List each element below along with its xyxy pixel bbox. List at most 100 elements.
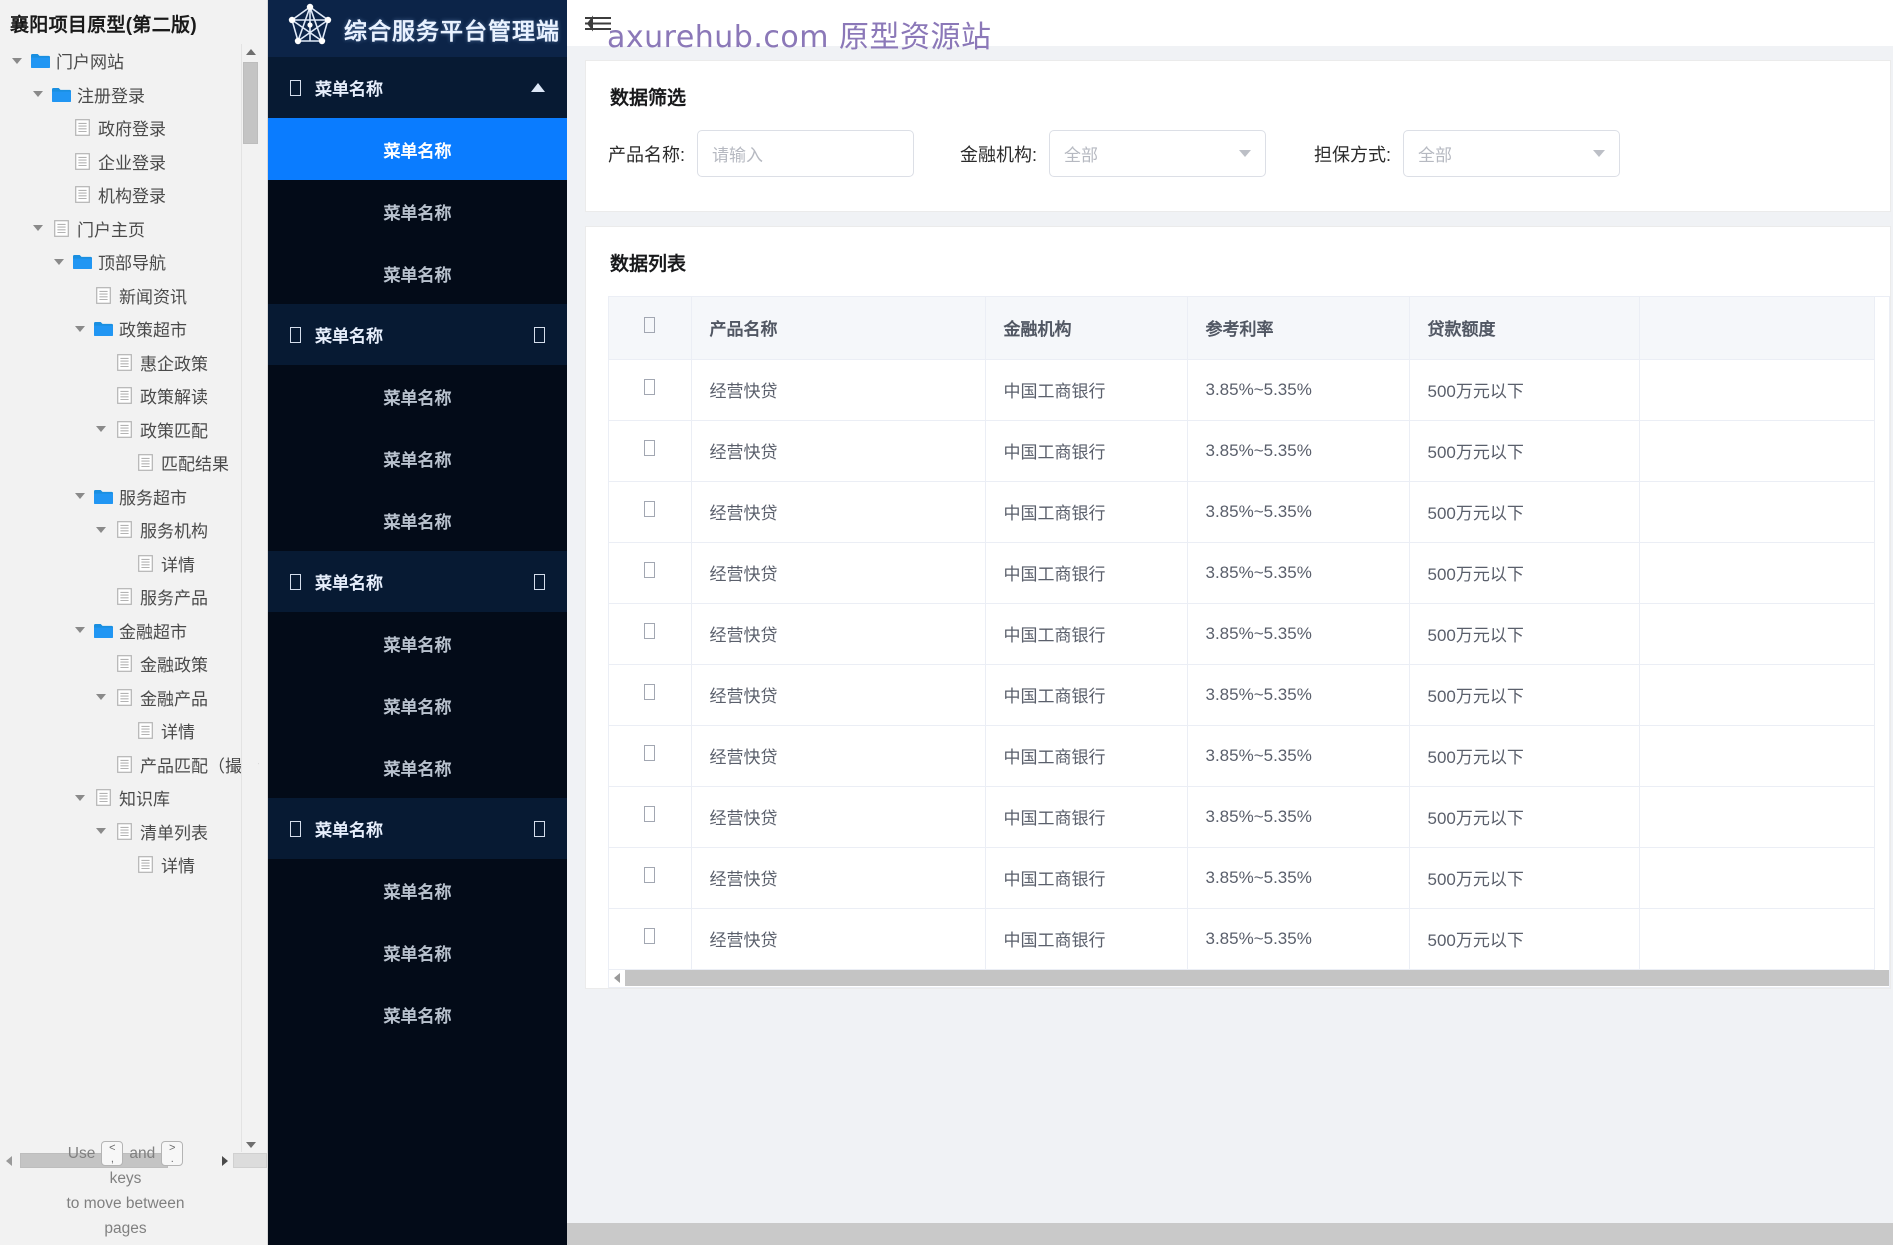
expand-caret-icon[interactable] [69, 794, 91, 801]
table-row[interactable]: 经营快贷 中国工商银行 3.85%~5.35% 500万元以下 [609, 603, 1875, 665]
dark-nav-list[interactable]: 菜单名称 菜单名称 菜单名称 菜单名称 菜单名称 菜单名称 菜单名称 菜单名称 菜单名称 菜单名称… [268, 57, 567, 1045]
sitemap-node[interactable]: 详情 [0, 547, 252, 581]
row-checkbox-icon[interactable] [644, 623, 656, 639]
table-row[interactable]: 经营快贷 中国工商银行 3.85%~5.35% 500万元以下 [609, 359, 1875, 421]
sitemap-node[interactable]: 知识库 [0, 781, 252, 815]
sitemap-node[interactable]: 清单列表 [0, 815, 252, 849]
sitemap-node[interactable]: 政策解读 [0, 379, 252, 413]
table-row[interactable]: 经营快贷 中国工商银行 3.85%~5.35% 500万元以下 [609, 542, 1875, 604]
nav-item-active[interactable]: 菜单名称 [268, 118, 567, 180]
sitemap-tree[interactable]: 门户网站 注册登录 政府登录 企业登录 机构登录 门户主页 顶部导航 新闻资讯 政策超市 惠企政策… [0, 44, 259, 882]
select-all-header[interactable] [609, 297, 692, 360]
row-checkbox-icon[interactable] [644, 867, 656, 883]
nav-item[interactable]: 菜单名称 [268, 242, 567, 304]
chevron-down-icon[interactable] [534, 820, 545, 837]
nav-item[interactable]: 菜单名称 [268, 427, 567, 489]
table-horizontal-scrollbar[interactable] [608, 969, 1890, 988]
chevron-down-icon[interactable] [534, 326, 545, 343]
expand-caret-icon[interactable] [90, 526, 112, 533]
sitemap-node[interactable]: 服务产品 [0, 580, 252, 614]
expand-caret-icon[interactable] [69, 493, 91, 500]
sitemap-node[interactable]: 新闻资讯 [0, 279, 252, 313]
row-checkbox-icon[interactable] [644, 440, 656, 456]
row-checkbox-icon[interactable] [644, 379, 656, 395]
select-all-checkbox-icon[interactable] [644, 317, 656, 334]
sitemap-node[interactable]: 政策匹配 [0, 413, 252, 447]
sitemap-node[interactable]: 注册登录 [0, 78, 252, 112]
chevron-down-icon[interactable] [1593, 150, 1606, 157]
row-checkbox-icon[interactable] [644, 562, 656, 578]
sitemap-node[interactable]: 详情 [0, 714, 252, 748]
table-row[interactable]: 经营快贷 中国工商银行 3.85%~5.35% 500万元以下 [609, 664, 1875, 726]
sitemap-node[interactable]: 顶部导航 [0, 245, 252, 279]
nav-item[interactable]: 菜单名称 [268, 674, 567, 736]
sitemap-node[interactable]: 服务机构 [0, 513, 252, 547]
row-checkbox-cell[interactable] [609, 359, 692, 421]
expand-caret-icon[interactable] [90, 694, 112, 701]
sitemap-node[interactable]: 金融政策 [0, 647, 252, 681]
expand-caret-icon[interactable] [27, 225, 49, 232]
nav-item[interactable]: 菜单名称 [268, 983, 567, 1045]
sitemap-node[interactable]: 金融产品 [0, 681, 252, 715]
sitemap-vertical-scrollbar[interactable] [241, 44, 258, 1153]
sitemap-node[interactable]: 机构登录 [0, 178, 252, 212]
expand-caret-icon[interactable] [90, 828, 112, 835]
sitemap-node[interactable]: 金融超市 [0, 614, 252, 648]
row-checkbox-cell[interactable] [609, 786, 692, 848]
page-horizontal-scrollbar[interactable] [567, 1223, 1893, 1245]
financial-institution-select[interactable]: 全部 [1049, 130, 1267, 177]
sitemap-node[interactable]: 政府登录 [0, 111, 252, 145]
nav-item[interactable]: 菜单名称 [268, 489, 567, 551]
product-name-input[interactable]: 请输入 [697, 130, 915, 177]
sitemap-node[interactable]: 政策超市 [0, 312, 252, 346]
row-checkbox-icon[interactable] [644, 501, 656, 517]
sitemap-node[interactable]: 门户网站 [0, 44, 252, 78]
expand-caret-icon[interactable] [6, 57, 28, 64]
nav-group-header[interactable]: 菜单名称 [268, 57, 567, 118]
table-row[interactable]: 经营快贷 中国工商银行 3.85%~5.35% 500万元以下 [609, 420, 1875, 482]
expand-caret-icon[interactable] [69, 627, 91, 634]
nav-group-header[interactable]: 菜单名称 [268, 304, 567, 365]
table-row[interactable]: 经营快贷 中国工商银行 3.85%~5.35% 500万元以下 [609, 847, 1875, 909]
vertical-scroll-thumb[interactable] [243, 62, 258, 144]
expand-caret-icon[interactable] [69, 325, 91, 332]
expand-caret-icon[interactable] [27, 91, 49, 98]
row-checkbox-icon[interactable] [644, 806, 656, 822]
row-checkbox-cell[interactable] [609, 420, 692, 482]
sitemap-node[interactable]: 产品匹配（撮合 [0, 748, 259, 782]
chevron-down-icon[interactable] [534, 573, 545, 590]
table-row[interactable]: 经营快贷 中国工商银行 3.85%~5.35% 500万元以下 [609, 908, 1875, 970]
row-checkbox-icon[interactable] [644, 745, 656, 761]
table-row[interactable]: 经营快贷 中国工商银行 3.85%~5.35% 500万元以下 [609, 481, 1875, 543]
row-checkbox-cell[interactable] [609, 725, 692, 787]
scroll-up-arrow-icon[interactable] [242, 44, 259, 60]
table-row[interactable]: 经营快贷 中国工商银行 3.85%~5.35% 500万元以下 [609, 725, 1875, 787]
guarantee-method-select[interactable]: 全部 [1403, 130, 1621, 177]
row-checkbox-cell[interactable] [609, 664, 692, 726]
sitemap-node[interactable]: 门户主页 [0, 212, 252, 246]
nav-item[interactable]: 菜单名称 [268, 736, 567, 798]
sitemap-node[interactable]: 服务超市 [0, 480, 252, 514]
row-checkbox-cell[interactable] [609, 481, 692, 543]
nav-item[interactable]: 菜单名称 [268, 859, 567, 921]
sitemap-node[interactable]: 匹配结果 [0, 446, 252, 480]
sitemap-node[interactable]: 详情 [0, 848, 252, 882]
table-row[interactable]: 经营快贷 中国工商银行 3.85%~5.35% 500万元以下 [609, 786, 1875, 848]
table-scroll-thumb[interactable] [625, 970, 1889, 986]
expand-caret-icon[interactable] [48, 258, 70, 265]
nav-item[interactable]: 菜单名称 [268, 612, 567, 674]
sitemap-node[interactable]: 企业登录 [0, 145, 252, 179]
collapse-menu-icon[interactable] [585, 14, 611, 32]
row-checkbox-cell[interactable] [609, 908, 692, 970]
chevron-down-icon[interactable] [1239, 150, 1252, 157]
row-checkbox-cell[interactable] [609, 847, 692, 909]
row-checkbox-cell[interactable] [609, 603, 692, 665]
nav-item[interactable]: 菜单名称 [268, 921, 567, 983]
table-scroll-left-arrow-icon[interactable] [609, 970, 625, 986]
nav-group-header[interactable]: 菜单名称 [268, 798, 567, 859]
row-checkbox-icon[interactable] [644, 928, 656, 944]
nav-group-header[interactable]: 菜单名称 [268, 551, 567, 612]
row-checkbox-icon[interactable] [644, 684, 656, 700]
sitemap-node[interactable]: 惠企政策 [0, 346, 252, 380]
expand-caret-icon[interactable] [90, 426, 112, 433]
